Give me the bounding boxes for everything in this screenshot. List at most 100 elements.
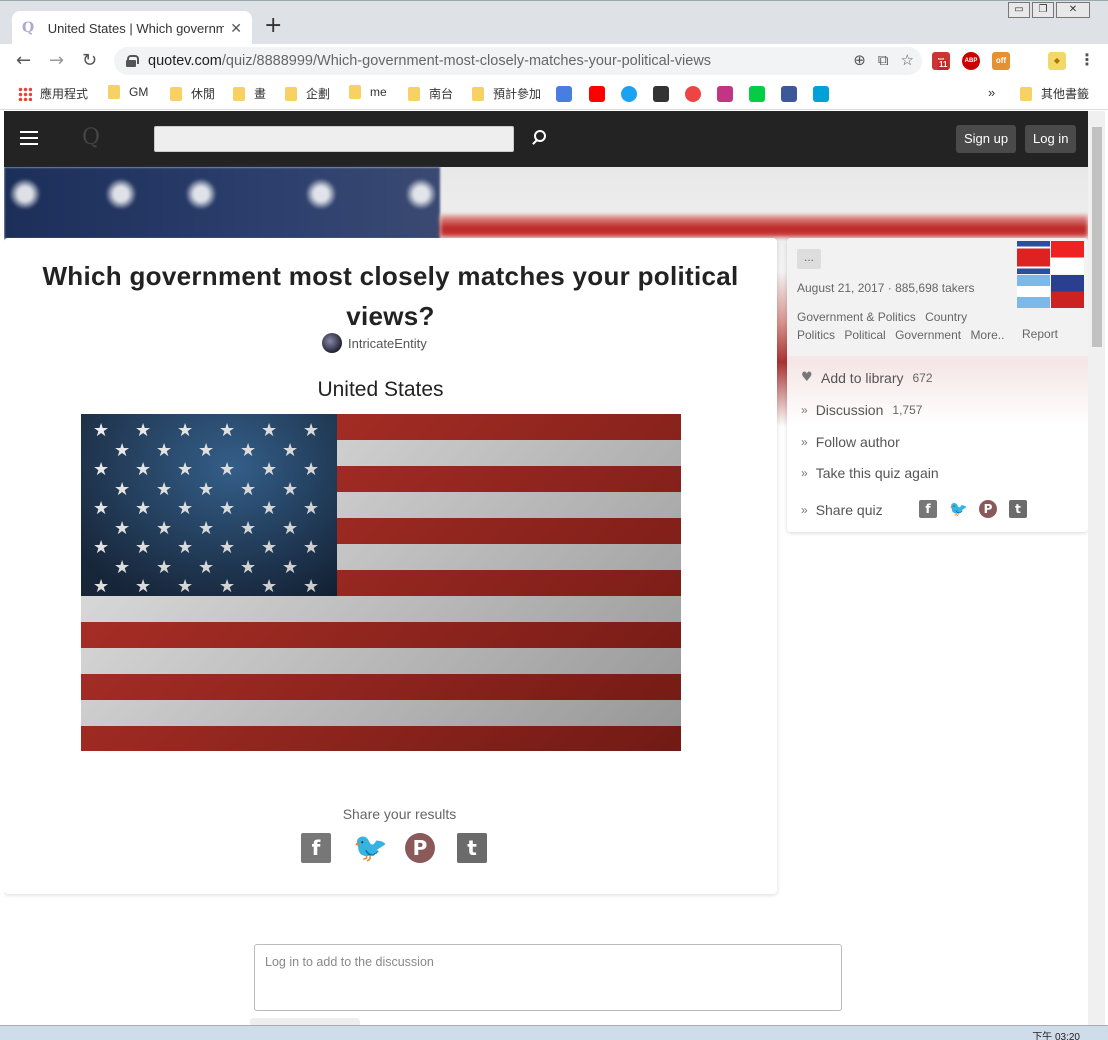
extension-off-icon[interactable]: off [992,52,1010,70]
tag-link[interactable]: Politics [797,328,835,342]
tag-link[interactable]: Government [895,328,961,342]
banner-star [304,177,338,211]
add-to-library-button[interactable]: ♥ Add to library 672 [801,370,933,386]
banner-star [104,177,138,211]
bookmark-folder[interactable]: 畫 [233,85,266,102]
folder-icon [170,86,182,101]
quiz-date-takers: August 21, 2017 · 885,698 takers [797,281,975,295]
instagram-bookmark-icon[interactable] [717,86,733,102]
comment-textarea[interactable]: Log in to add to the discussion [254,944,842,1011]
tag-link[interactable]: Country [925,310,967,324]
bookmark-star-icon[interactable]: ☆ [901,51,914,69]
pinterest-icon[interactable]: P [979,500,997,518]
address-bar[interactable]: quotev.com/quiz/8888999/Which-government… [114,47,922,75]
translate-bookmark-icon[interactable] [556,86,572,102]
bookmark-folder[interactable]: 企劃 [285,85,330,102]
more-options-button[interactable]: ... [797,249,821,269]
browser-tabstrip: ▭ ❐ ✕ Q United States | Which governm ✕ … [0,0,1108,45]
pinterest-share-icon[interactable]: P [405,833,435,863]
share-quiz-text: Share quiz [815,502,883,518]
maximize-button[interactable]: ❐ [1032,2,1054,18]
tumblr-share-icon[interactable]: t [457,833,487,863]
tag-link[interactable]: Government & Politics [797,310,916,324]
close-window-button[interactable]: ✕ [1056,2,1090,18]
library-count: 672 [912,371,933,385]
url-path: /quiz/8888999/Which-government-most-clos… [221,53,712,69]
discussion-link[interactable]: » Discussion 1,757 [801,402,922,418]
bookmark-folder[interactable]: 休閒 [170,85,215,102]
facebook-share-icon[interactable]: f [301,833,331,863]
deviantart-bookmark-icon[interactable] [749,86,765,102]
minimize-button[interactable]: ▭ [1008,2,1030,18]
bookmark-apps[interactable]: 應用程式 [18,85,88,102]
browser-tab[interactable]: Q United States | Which governm ✕ [12,11,252,45]
site-logo[interactable]: Q [82,125,100,150]
follow-author-label: Follow author [815,434,900,450]
page-scrollbar[interactable] [1088,111,1105,1025]
retake-quiz-link[interactable]: » Take this quiz again [801,465,939,481]
bird-bookmark-icon[interactable] [653,86,669,102]
url-text: quotev.com/quiz/8888999/Which-government… [148,53,711,69]
lock-icon[interactable] [126,55,139,67]
scrollbar-thumb[interactable] [1092,127,1102,347]
add-library-label: Add to library [821,370,904,386]
avatar[interactable] [322,333,342,353]
banner-star [8,177,42,211]
facebook-icon[interactable]: f [919,500,937,518]
reload-icon[interactable]: ↻ [82,50,97,71]
twitter-icon[interactable]: 🐦 [949,500,968,518]
weibo-bookmark-icon[interactable] [685,86,701,102]
browser-toolbar: ← → ↻ quotev.com/quiz/8888999/Which-gove… [0,44,1108,78]
youtube-bookmark-icon[interactable] [589,86,605,102]
forward-icon[interactable]: → [49,50,64,71]
tags-more-link[interactable]: More.. [970,328,1004,342]
bookmarks-overflow[interactable]: » [988,85,995,100]
quiz-result-card: Which government most closely matches yo… [4,238,777,894]
folder-icon [472,86,484,101]
translate-icon[interactable]: ⧉ [878,51,889,69]
adblock-extension-icon[interactable]: ABP [962,52,980,70]
extension-icon[interactable]: ◆ [1048,52,1066,70]
hamburger-menu-icon[interactable] [20,131,38,145]
other-bookmarks[interactable]: 其他書籤 [1020,85,1089,102]
quiz-meta-panel: ... August 21, 2017 · 885,698 takers Gov… [787,238,1088,356]
chevron-right-icon: » [801,466,808,480]
bookmark-folder[interactable]: me [349,85,387,99]
window-controls: ▭ ❐ ✕ [1008,2,1090,18]
twitter-bookmark-icon[interactable] [621,86,637,102]
chevron-right-icon: » [801,435,808,449]
tab-close-icon[interactable]: ✕ [230,20,242,37]
quiz-info-sidebar: ... August 21, 2017 · 885,698 takers Gov… [787,238,1088,532]
comment-submit-button[interactable] [250,1018,360,1025]
twitter-share-icon[interactable]: 🐦 [353,833,388,863]
quiz-author[interactable]: IntricateEntity [322,333,427,353]
url-host: quotev.com [148,53,222,69]
login-button[interactable]: Log in [1025,125,1077,153]
tag-link[interactable]: Political [844,328,885,342]
discussion-count: 1,757 [892,403,923,417]
tab-title: United States | Which governm [47,20,225,36]
search-icon[interactable] [534,130,546,142]
author-name[interactable]: IntricateEntity [348,336,427,351]
search-input[interactable] [154,126,514,152]
share-quiz-label: » Share quiz [801,502,883,518]
signup-button[interactable]: Sign up [956,125,1017,153]
back-icon[interactable]: ← [16,50,31,71]
new-tab-button[interactable]: + [264,13,282,38]
menu-kebab-icon[interactable]: ⋮ [1078,52,1096,70]
heart-icon: ♥ [801,370,813,385]
report-link[interactable]: Report [1022,327,1058,341]
tumblr-icon[interactable]: t [1009,500,1027,518]
bookmark-folder[interactable]: GM [108,85,148,99]
bookmark-folder[interactable]: 預計參加 [472,85,541,102]
add-icon[interactable]: ⊕ [853,51,866,69]
folder-icon [108,85,120,99]
bilibili-bookmark-icon[interactable] [813,86,829,102]
facebook-bookmark-icon[interactable] [781,86,797,102]
page-viewport: Q Sign up Log in Which government most c… [4,111,1088,1025]
chevron-right-icon: » [801,403,808,417]
bookmark-folder[interactable]: 南台 [408,85,453,102]
gmail-extension-icon[interactable]: 11✉ [932,52,950,70]
system-clock: 下午 03:20 [1032,1032,1080,1040]
follow-author-link[interactable]: » Follow author [801,434,900,450]
